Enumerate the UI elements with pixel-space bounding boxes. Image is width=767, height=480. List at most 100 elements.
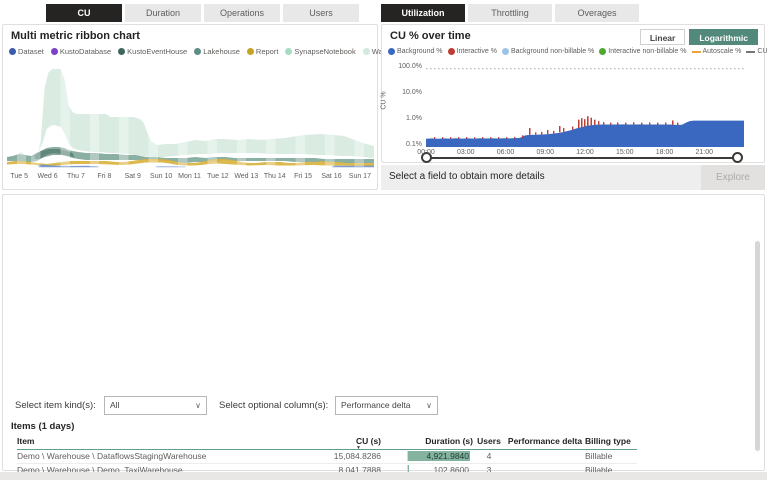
detail-hint-text: Select a field to obtain more details — [389, 171, 545, 182]
legend-label: Report — [255, 47, 279, 56]
legend-label: Interactive % — [456, 48, 497, 55]
legend-item[interactable]: KustoDatabase — [50, 47, 112, 56]
optional-column-dropdown[interactable]: Performance delta ∨ — [335, 396, 438, 415]
tab-operations[interactable]: Operations — [204, 4, 280, 22]
legend-item[interactable]: CU % Limit — [746, 48, 767, 55]
items-table-header-row: Item CU (s) ▼ Duration (s) Users Performance … — [17, 433, 637, 451]
legend-label: KustoDatabase — [59, 47, 112, 56]
scrollbar-thumb[interactable] — [755, 241, 760, 451]
cu-chart-legend: Background % Interactive % Background non-… — [388, 48, 767, 55]
legend-item[interactable]: Dataset — [9, 47, 44, 56]
ribbon-chart-legend: Dataset KustoDatabase KustoEventHouse Lakeh… — [9, 47, 410, 56]
legend-item[interactable]: Lakehouse — [194, 47, 240, 56]
ribbon-chart-plot[interactable] — [7, 61, 374, 171]
scale-toggle: Linear Logarithmic — [639, 29, 758, 45]
legend-item[interactable]: Background % — [388, 48, 443, 55]
x-tick-label: 12:00 — [576, 149, 594, 156]
legend-dot-icon — [118, 48, 126, 55]
legend-dot-icon — [362, 48, 370, 55]
legend-label: Interactive non-billable % — [608, 48, 687, 55]
legend-item[interactable]: Autoscale % — [691, 48, 741, 55]
ribbon-chart-title: Multi metric ribbon chart — [11, 30, 140, 42]
legend-item[interactable]: SynapseNotebook — [285, 47, 356, 56]
x-tick-label: Tue 12 — [207, 173, 229, 180]
legend-line-swatch — [746, 50, 756, 53]
legend-label: Background % — [397, 48, 443, 55]
item-kind-dropdown-value: All — [110, 400, 120, 410]
x-tick-label: Thu 14 — [263, 173, 286, 180]
column-header-cu-s-[interactable]: CU (s) ▼ — [319, 433, 381, 451]
detail-hint-bar: Select a field to obtain more details Ex… — [381, 165, 765, 190]
performance-delta-cell — [505, 449, 585, 464]
column-header-users[interactable]: Users — [473, 433, 505, 450]
optional-column-dropdown-value: Performance delta — [341, 400, 411, 410]
logarithmic-button[interactable]: Logarithmic — [689, 29, 758, 45]
x-tick-label: 15:00 — [615, 149, 634, 156]
item-kind-filter-label: Select item kind(s): — [15, 400, 96, 411]
tab-overages[interactable]: Overages — [555, 4, 639, 22]
column-header-duration-s-[interactable]: Duration (s) — [381, 433, 473, 450]
explore-button[interactable]: Explore — [701, 165, 765, 190]
legend-label: Background non-billable % — [511, 48, 595, 55]
legend-label: Lakehouse — [203, 47, 240, 56]
legend-label: Dataset — [18, 47, 44, 56]
tab-throttling[interactable]: Throttling — [468, 4, 552, 22]
legend-item[interactable]: Interactive non-billable % — [599, 48, 687, 55]
x-tick-label: Sat 16 — [321, 173, 342, 180]
legend-label: KustoEventHouse — [127, 47, 188, 56]
x-tick-label: Tue 5 — [10, 173, 29, 180]
legend-label: CU % Limit — [757, 48, 767, 55]
tab-cu[interactable]: CU — [46, 4, 122, 22]
x-tick-label: 09:00 — [536, 149, 555, 156]
table-scrollbar[interactable] — [755, 241, 760, 459]
x-tick-label: Wed 13 — [234, 173, 259, 180]
slider-handle-right[interactable] — [732, 152, 743, 163]
items-table-title: Items (1 days) — [11, 421, 75, 432]
cu-over-time-panel: CU % over time Linear Logarithmic Backgr… — [381, 24, 767, 163]
column-header-performance-delta[interactable]: Performance delta — [505, 433, 585, 450]
item-kind-dropdown[interactable]: All ∨ — [104, 396, 207, 415]
y-tick-label: 0.1% — [406, 141, 422, 148]
linear-button[interactable]: Linear — [639, 29, 686, 45]
tab-duration[interactable]: Duration — [125, 4, 201, 22]
legend-dot-icon — [9, 48, 16, 55]
page-bottom-margin — [0, 472, 767, 480]
time-range-slider-track[interactable] — [426, 157, 738, 159]
legend-line-swatch — [691, 50, 701, 53]
legend-dot-icon — [194, 48, 202, 55]
tab-users[interactable]: Users — [283, 4, 359, 22]
legend-item[interactable]: Report — [246, 47, 279, 56]
x-tick-label: 18:00 — [655, 149, 674, 156]
utilization-tabbar: Utilization Throttling Overages — [381, 4, 639, 22]
duration-cell: 4,921.9840 — [381, 449, 473, 464]
x-tick-label: Thu 7 — [67, 173, 85, 180]
metric-tabbar: CU Duration Operations Users — [46, 4, 359, 22]
x-tick-label: 00:00 — [417, 149, 435, 156]
items-panel: Select item kind(s): All ∨ Select option… — [2, 194, 765, 480]
y-tick-label: 1.0% — [406, 115, 422, 122]
cu-utilization-plot[interactable] — [426, 59, 744, 149]
y-tick-label: 10.0% — [402, 89, 422, 96]
legend-dot-icon — [447, 48, 455, 55]
x-tick-label: 06:00 — [496, 149, 515, 156]
tab-utilization[interactable]: Utilization — [381, 4, 465, 22]
legend-label: SynapseNotebook — [294, 47, 356, 56]
ribbon-x-axis-labels: Tue 5 Wed 6 Thu 7 Fri 8 Sat 9 Sun 10 Mon 11 Tue… — [5, 173, 374, 180]
x-tick-label: Fri 8 — [97, 173, 112, 180]
optional-column-filter-label: Select optional column(s): — [219, 400, 329, 411]
x-tick-label: Sun 17 — [348, 173, 371, 180]
table-row[interactable]: Demo \ Warehouse \ DataflowsStagingWareh… — [17, 449, 637, 464]
billing-type-cell: Billable — [585, 449, 637, 464]
legend-dot-icon — [246, 48, 254, 55]
users-cell: 4 — [473, 449, 505, 464]
column-header-item[interactable]: Item — [17, 433, 319, 450]
legend-dot-icon — [50, 48, 58, 55]
legend-item[interactable]: KustoEventHouse — [118, 47, 187, 56]
legend-dot-icon — [599, 48, 607, 55]
chevron-down-icon: ∨ — [195, 401, 201, 410]
legend-dot-icon — [285, 48, 293, 55]
column-header-billing-type[interactable]: Billing type — [585, 433, 637, 450]
legend-item[interactable]: Background non-billable % — [502, 48, 594, 55]
legend-item[interactable]: Interactive % — [447, 48, 497, 55]
x-tick-label: Wed 6 — [37, 173, 58, 180]
